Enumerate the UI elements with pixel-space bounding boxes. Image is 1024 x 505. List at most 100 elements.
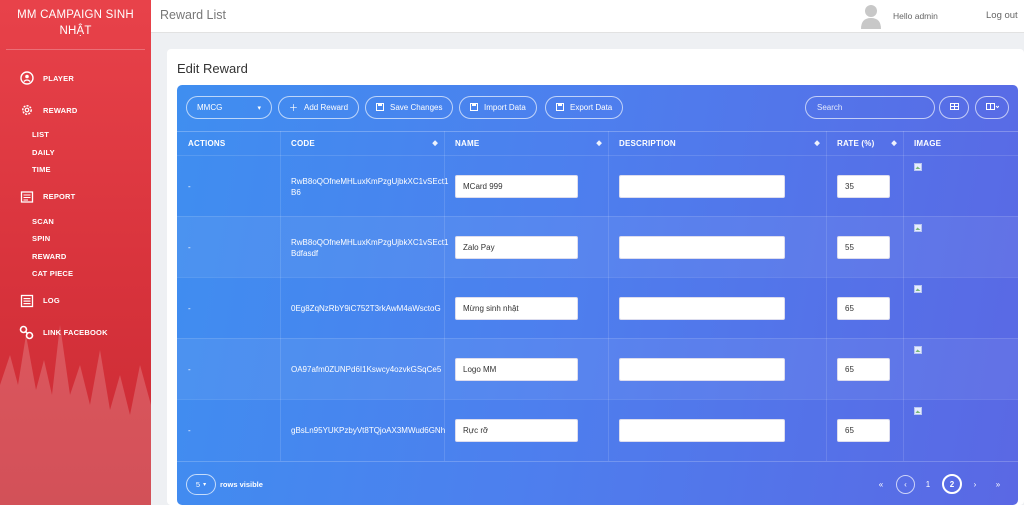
log-icon xyxy=(19,293,34,308)
sidebar-item-player[interactable]: PLAYER xyxy=(0,68,151,88)
reward-name-input[interactable] xyxy=(455,297,578,320)
grid-view-button[interactable] xyxy=(939,96,969,119)
sidebar-item-label: PLAYER xyxy=(43,73,74,83)
sort-icon: ◆ xyxy=(596,140,602,147)
columns-icon xyxy=(985,103,999,112)
table-row: - RwB8oQOfneMHLuxKmPzgUjbkXC1vSEct1B6 xyxy=(177,155,1018,216)
reward-code: RwB8oQOfneMHLuxKmPzgUjbkXC1vSEct1B6 xyxy=(291,176,449,197)
next-page-button[interactable]: › xyxy=(969,475,981,494)
report-icon xyxy=(19,189,34,204)
sidebar-subitem-spin[interactable]: SPIN xyxy=(0,230,151,248)
reward-name-input[interactable] xyxy=(455,419,578,442)
reward-description-input[interactable] xyxy=(619,236,785,259)
column-header-label: IMAGE xyxy=(914,139,942,148)
page-button-1[interactable]: 1 xyxy=(921,475,935,494)
save-changes-button[interactable]: Save Changes xyxy=(365,96,454,119)
page-heading: Reward List xyxy=(160,8,226,22)
broken-image-icon xyxy=(914,163,922,171)
column-header-label: CODE xyxy=(291,139,315,148)
export-data-label: Export Data xyxy=(570,103,613,112)
column-header-label: ACTIONS xyxy=(188,139,226,148)
reward-description-input[interactable] xyxy=(619,358,785,381)
sidebar-subitem-scan[interactable]: SCAN xyxy=(0,213,151,231)
sort-icon: ◆ xyxy=(432,140,438,147)
search-input[interactable] xyxy=(805,96,935,119)
column-header-description[interactable]: DESCRIPTION ◆ xyxy=(608,132,826,156)
sidebar-item-label: REWARD xyxy=(43,105,78,115)
first-page-button[interactable]: « xyxy=(875,475,887,494)
column-header-code[interactable]: CODE ◆ xyxy=(280,132,444,156)
sort-icon: ◆ xyxy=(891,140,897,147)
campaign-select[interactable]: MMCG ▾ xyxy=(186,96,272,119)
page-button-2[interactable]: 2 xyxy=(942,474,962,494)
top-bar: Reward List Hello admin Log out xyxy=(151,0,1024,33)
player-icon xyxy=(19,71,34,86)
reward-rate-input[interactable] xyxy=(837,358,890,381)
row-action[interactable]: - xyxy=(188,156,191,217)
import-data-label: Import Data xyxy=(484,103,526,112)
edit-reward-card: Edit Reward MMCG ▾ ＋ Add Reward Save Cha… xyxy=(167,49,1024,505)
avatar[interactable] xyxy=(861,3,881,29)
row-action[interactable]: - xyxy=(188,339,191,400)
reward-name-input[interactable] xyxy=(455,175,578,198)
campaign-select-value: MMCG xyxy=(197,103,223,112)
reward-table-panel: MMCG ▾ ＋ Add Reward Save Changes Import … xyxy=(177,85,1018,505)
column-header-name[interactable]: NAME ◆ xyxy=(444,132,608,156)
reward-description-input[interactable] xyxy=(619,419,785,442)
sidebar-item-reward[interactable]: REWARD xyxy=(0,100,151,120)
last-page-button[interactable]: » xyxy=(992,475,1004,494)
sidebar-item-report[interactable]: REPORT xyxy=(0,187,151,207)
columns-toggle-button[interactable] xyxy=(975,96,1009,119)
reward-name-input[interactable] xyxy=(455,358,578,381)
sidebar-item-label: LOG xyxy=(43,296,60,305)
import-data-button[interactable]: Import Data xyxy=(459,96,537,119)
table-row: - 0Eg8ZqNzRbY9iC752T3rkAwM4aWsctoG xyxy=(177,277,1018,338)
sidebar-subitem-time[interactable]: TIME xyxy=(0,161,151,179)
reward-description-input[interactable] xyxy=(619,297,785,320)
reward-rate-input[interactable] xyxy=(837,297,890,320)
broken-image-icon xyxy=(914,346,922,354)
table-row: - RwB8oQOfneMHLuxKmPzgUjbkXC1vSEct1Bdfas… xyxy=(177,216,1018,277)
save-icon xyxy=(556,102,564,113)
reward-description-input[interactable] xyxy=(619,175,785,198)
row-action[interactable]: - xyxy=(188,400,191,461)
prev-page-button[interactable]: ‹ xyxy=(896,475,915,494)
table-toolbar: MMCG ▾ ＋ Add Reward Save Changes Import … xyxy=(177,85,1018,131)
table-row: - OA97afm0ZUNPd6I1Kswcy4ozvkGSqCe5 xyxy=(177,338,1018,399)
user-greeting: Hello admin xyxy=(893,11,938,21)
caret-down-icon: ▾ xyxy=(257,104,261,112)
sidebar-subitem-cat-piece[interactable]: CAT PIECE xyxy=(0,265,151,283)
row-action[interactable]: - xyxy=(188,278,191,339)
caret-down-icon: ▾ xyxy=(203,482,207,488)
page-size-select[interactable]: 5 ▾ xyxy=(186,474,216,495)
reward-rate-input[interactable] xyxy=(837,236,890,259)
sidebar-item-log[interactable]: LOG xyxy=(0,291,151,311)
column-header-label: RATE (%) xyxy=(837,139,875,148)
reward-rate-input[interactable] xyxy=(837,175,890,198)
row-action[interactable]: - xyxy=(188,217,191,278)
export-data-button[interactable]: Export Data xyxy=(545,96,624,119)
column-header-image: IMAGE xyxy=(903,132,1018,156)
save-icon xyxy=(376,102,384,113)
brand-title[interactable]: MM CAMPAIGN SINH NHẬT xyxy=(6,0,145,50)
sidebar-subitem-reward[interactable]: REWARD xyxy=(0,248,151,266)
add-reward-button[interactable]: ＋ Add Reward xyxy=(278,96,360,119)
table-footer: 5 ▾ rows visible « ‹ 1 2 › » xyxy=(177,461,1018,505)
page-size-value: 5 xyxy=(195,480,201,489)
gear-icon xyxy=(19,103,34,118)
sort-icon: ◆ xyxy=(814,140,820,147)
sidebar: MM CAMPAIGN SINH NHẬT PLAYER REWARD LIST… xyxy=(0,0,151,505)
reward-rate-input[interactable] xyxy=(837,419,890,442)
column-header-rate[interactable]: RATE (%) ◆ xyxy=(826,132,903,156)
page-title: Edit Reward xyxy=(177,61,248,76)
broken-image-icon xyxy=(914,407,922,415)
brand-line-2: NHẬT xyxy=(59,25,92,37)
sidebar-item-link-facebook[interactable]: LINK FACEBOOK xyxy=(0,323,151,343)
reward-code: 0Eg8ZqNzRbY9iC752T3rkAwM4aWsctoG xyxy=(291,304,441,313)
sidebar-subitem-list[interactable]: LIST xyxy=(0,126,151,144)
sidebar-item-label: LINK FACEBOOK xyxy=(43,328,108,337)
sidebar-subitem-daily[interactable]: DAILY xyxy=(0,144,151,162)
logout-link[interactable]: Log out xyxy=(986,10,1018,21)
grid-icon xyxy=(949,103,959,112)
reward-name-input[interactable] xyxy=(455,236,578,259)
